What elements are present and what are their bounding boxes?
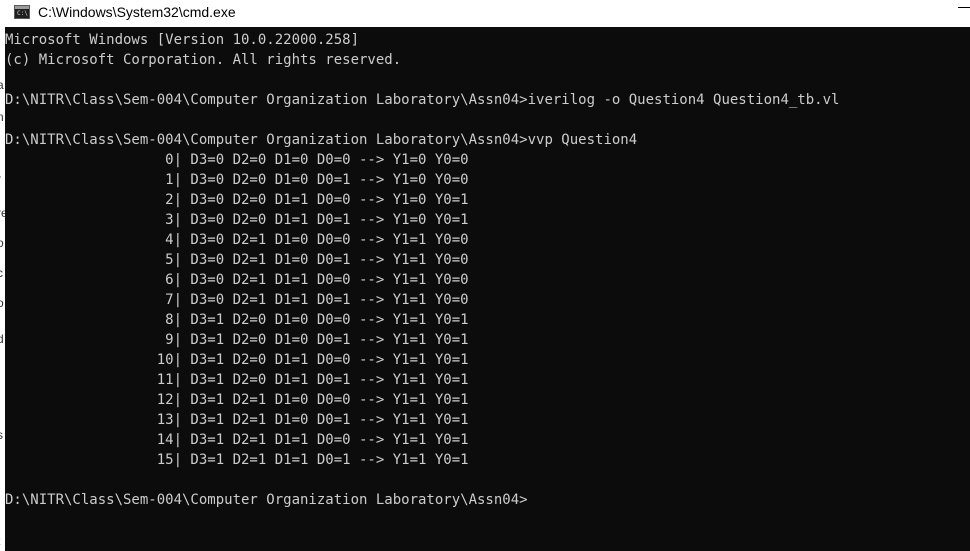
output-row: 12| D3=1 D2=1 D1=0 D0=0 --> Y1=1 Y0=1 <box>5 392 469 408</box>
edge-letter: o <box>0 236 4 250</box>
command-prompt[interactable]: D:\NITR\Class\Sem-004\Computer Organizat… <box>5 490 970 510</box>
edge-letter: n <box>0 110 4 124</box>
version-line: Microsoft Windows [Version 10.0.22000.25… <box>5 32 360 48</box>
minimize-button[interactable] <box>950 0 970 27</box>
output-row: 6| D3=0 D2=1 D1=1 D0=0 --> Y1=1 Y0=0 <box>5 272 469 288</box>
edge-letter: r <box>0 173 1 185</box>
console-text: Microsoft Windows [Version 10.0.22000.25… <box>5 27 970 510</box>
output-row: 4| D3=0 D2=1 D1=0 D0=0 --> Y1=1 Y0=0 <box>5 232 469 248</box>
cmd-window: C:\ C:\Windows\System32\cmd.exe a n r re… <box>0 0 970 551</box>
output-row: 9| D3=1 D2=0 D1=0 D0=1 --> Y1=1 Y0=1 <box>5 332 469 348</box>
output-row: 1| D3=0 D2=0 D1=0 D0=1 --> Y1=0 Y0=0 <box>5 172 469 188</box>
output-row: 15| D3=1 D2=1 D1=1 D0=1 --> Y1=1 Y0=1 <box>5 452 469 468</box>
window-title: C:\Windows\System32\cmd.exe <box>38 4 236 20</box>
edge-letter: d <box>0 332 4 346</box>
edge-letter: c <box>0 266 3 280</box>
edge-letter: a <box>0 78 4 92</box>
cmd-app-icon[interactable]: C:\ <box>14 5 30 19</box>
output-row: 14| D3=1 D2=1 D1=1 D0=0 --> Y1=1 Y0=1 <box>5 432 469 448</box>
console-output[interactable]: Microsoft Windows [Version 10.0.22000.25… <box>5 27 970 551</box>
output-row: 11| D3=1 D2=0 D1=1 D0=1 --> Y1=1 Y0=1 <box>5 372 469 388</box>
title-bar[interactable]: C:\ C:\Windows\System32\cmd.exe <box>0 0 970 27</box>
edge-letter: o <box>0 296 4 310</box>
output-row: 8| D3=1 D2=0 D1=0 D0=0 --> Y1=1 Y0=1 <box>5 312 469 328</box>
edge-letter: s <box>0 428 3 442</box>
output-row: 13| D3=1 D2=1 D1=0 D0=1 --> Y1=1 Y0=1 <box>5 412 469 428</box>
output-row: 3| D3=0 D2=0 D1=1 D0=1 --> Y1=0 Y0=1 <box>5 212 469 228</box>
command-line-iverilog: D:\NITR\Class\Sem-004\Computer Organizat… <box>5 92 840 108</box>
output-row: 2| D3=0 D2=0 D1=1 D0=0 --> Y1=0 Y0=1 <box>5 192 469 208</box>
copyright-line: (c) Microsoft Corporation. All rights re… <box>5 52 402 68</box>
output-row: 7| D3=0 D2=1 D1=1 D0=1 --> Y1=1 Y0=0 <box>5 292 469 308</box>
output-row: 5| D3=0 D2=1 D1=0 D0=1 --> Y1=1 Y0=0 <box>5 252 469 268</box>
output-row: 10| D3=1 D2=0 D1=1 D0=0 --> Y1=1 Y0=1 <box>5 352 469 368</box>
output-row: 0| D3=0 D2=0 D1=0 D0=0 --> Y1=0 Y0=0 <box>5 152 469 168</box>
command-line-vvp: D:\NITR\Class\Sem-004\Computer Organizat… <box>5 132 638 148</box>
cmd-app-icon-label: C:\ <box>17 10 28 17</box>
